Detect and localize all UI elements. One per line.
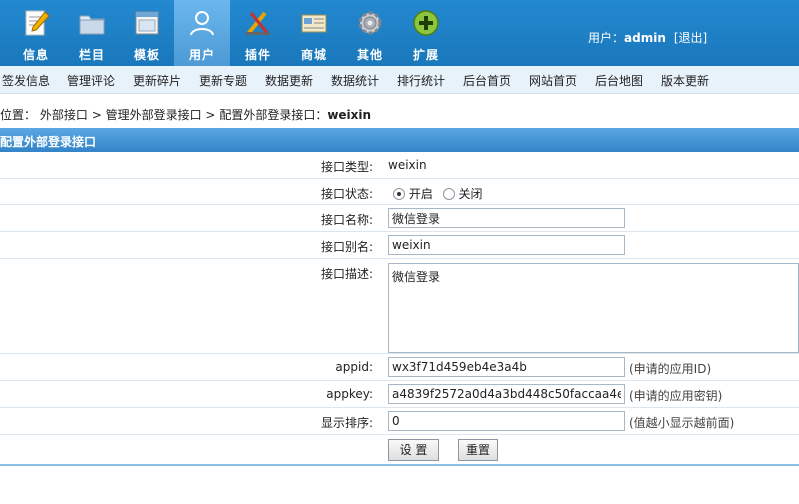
nav-item-template[interactable]: 模板	[119, 0, 175, 66]
submenu-item[interactable]: 管理评论	[67, 72, 115, 89]
submenu-item[interactable]: 数据更新	[265, 72, 313, 89]
sub-menu: 签发信息 管理评论 更新碎片 更新专题 数据更新 数据统计 排行统计 后台首页 …	[0, 66, 799, 94]
document-edit-icon	[25, 10, 50, 36]
nav-label: 信息	[22, 48, 49, 62]
name-input[interactable]	[388, 208, 625, 228]
nav-item-other[interactable]: 其他	[342, 0, 398, 66]
row-description: 接口描述: 微信登录	[0, 259, 799, 354]
gear-icon	[358, 11, 382, 35]
breadcrumb-current: weixin	[327, 108, 372, 122]
row-appid: appid: (申请的应用ID)	[0, 354, 799, 381]
submenu-item[interactable]: 签发信息	[2, 72, 50, 89]
row-order: 显示排序: (值越小显示越前面)	[0, 408, 799, 435]
appkey-input[interactable]	[388, 384, 625, 404]
submit-button[interactable]: 设 置	[388, 439, 439, 461]
description-label: 接口描述:	[320, 267, 373, 281]
appid-hint: (申请的应用ID)	[629, 362, 712, 376]
username: admin	[624, 31, 666, 45]
top-header: 信息 栏目 模板 用户 插件 商城 其他 扩展 用户：admin [退出]	[0, 0, 799, 66]
type-label: 接口类型:	[320, 160, 373, 174]
row-appkey: appkey: (申请的应用密钥)	[0, 381, 799, 408]
shop-card-icon	[301, 14, 327, 33]
submenu-item[interactable]: 更新专题	[199, 72, 247, 89]
template-window-icon	[135, 11, 159, 35]
breadcrumb: 位置： 外部接口 > 管理外部登录接口 > 配置外部登录接口：weixin	[0, 106, 371, 123]
submenu-item[interactable]: 排行统计	[397, 72, 445, 89]
appid-label: appid:	[335, 360, 373, 374]
row-type: 接口类型: weixin	[0, 152, 799, 179]
plus-circle-icon	[413, 10, 439, 36]
status-radios: 开启 关闭	[393, 185, 483, 202]
tools-icon	[246, 11, 270, 36]
bottom-divider	[0, 464, 799, 466]
submenu-item[interactable]: 更新碎片	[133, 72, 181, 89]
nav-item-shop[interactable]: 商城	[286, 0, 342, 66]
user-icon	[190, 11, 214, 36]
folder-icon	[79, 15, 105, 35]
appid-input[interactable]	[388, 357, 625, 377]
nav-label: 模板	[133, 48, 160, 62]
submenu-item[interactable]: 网站首页	[529, 72, 577, 89]
nav-item-info[interactable]: 信息	[8, 0, 64, 66]
breadcrumb-item: 配置外部登录接口：	[219, 108, 328, 122]
order-hint: (值越小显示越前面)	[629, 416, 735, 430]
user-info: 用户：admin [退出]	[588, 29, 707, 46]
status-label: 接口状态:	[320, 187, 373, 201]
form-title: 配置外部登录接口	[0, 128, 799, 152]
nav-label: 其他	[356, 48, 383, 62]
nav-label: 插件	[244, 48, 271, 62]
logout-link[interactable]: [退出]	[674, 31, 707, 45]
alias-label: 接口别名:	[320, 240, 373, 254]
nav-label: 扩展	[412, 48, 439, 62]
nav-label: 用户	[188, 48, 215, 62]
row-actions: 设 置 重置	[0, 435, 799, 464]
submenu-item[interactable]: 后台地图	[595, 72, 643, 89]
nav-item-column[interactable]: 栏目	[64, 0, 120, 66]
submenu-item[interactable]: 数据统计	[331, 72, 379, 89]
breadcrumb-link[interactable]: 管理外部登录接口	[106, 108, 202, 122]
order-input[interactable]	[388, 411, 625, 431]
nav-label: 商城	[300, 48, 327, 62]
status-on-label: 开启	[408, 187, 433, 201]
row-status: 接口状态: 开启 关闭	[0, 179, 799, 205]
reset-button[interactable]: 重置	[458, 439, 498, 461]
submenu-item[interactable]: 版本更新	[661, 72, 709, 89]
alias-input[interactable]	[388, 235, 625, 255]
appkey-label: appkey:	[326, 387, 373, 401]
status-off-label: 关闭	[458, 187, 483, 201]
name-label: 接口名称:	[320, 213, 373, 227]
row-name: 接口名称:	[0, 205, 799, 232]
row-alias: 接口别名:	[0, 232, 799, 259]
nav-item-user[interactable]: 用户	[174, 0, 230, 66]
nav-item-plugin[interactable]: 插件	[230, 0, 286, 66]
breadcrumb-link[interactable]: 外部接口	[40, 108, 88, 122]
order-label: 显示排序:	[320, 416, 373, 430]
nav-item-extend[interactable]: 扩展	[398, 0, 454, 66]
breadcrumb-separator: >	[91, 108, 102, 122]
breadcrumb-prefix: 位置：	[0, 108, 37, 122]
nav-label: 栏目	[78, 48, 105, 62]
user-prefix: 用户：	[588, 31, 625, 45]
breadcrumb-separator: >	[205, 108, 216, 122]
type-value: weixin	[388, 158, 427, 172]
description-textarea[interactable]: 微信登录	[388, 263, 799, 353]
status-on-radio[interactable]	[393, 188, 405, 200]
submenu-item[interactable]: 后台首页	[463, 72, 511, 89]
status-off-radio[interactable]	[442, 188, 455, 200]
appkey-hint: (申请的应用密钥)	[629, 389, 723, 403]
